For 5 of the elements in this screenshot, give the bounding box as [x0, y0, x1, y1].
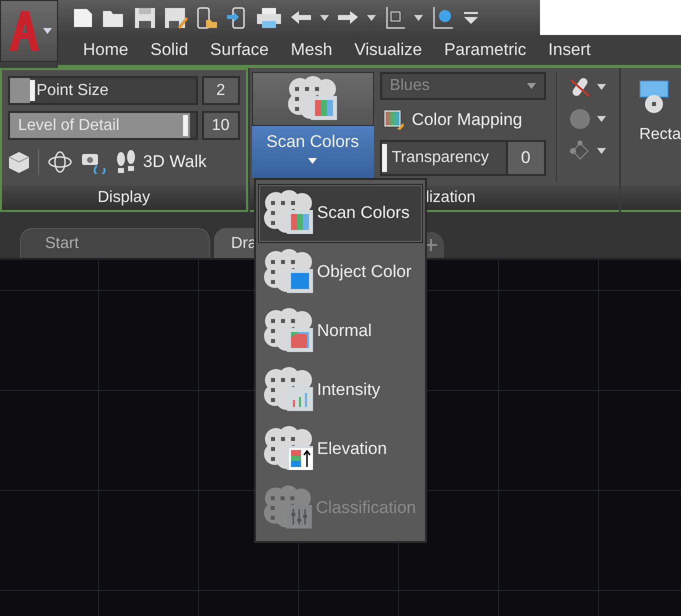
slider-label: Point Size: [36, 82, 109, 100]
panel-title: lization: [426, 189, 476, 207]
slider-label: Level of Detail: [18, 116, 120, 134]
slider-label: Transparency: [392, 149, 489, 167]
panel-title: Display: [98, 189, 150, 207]
